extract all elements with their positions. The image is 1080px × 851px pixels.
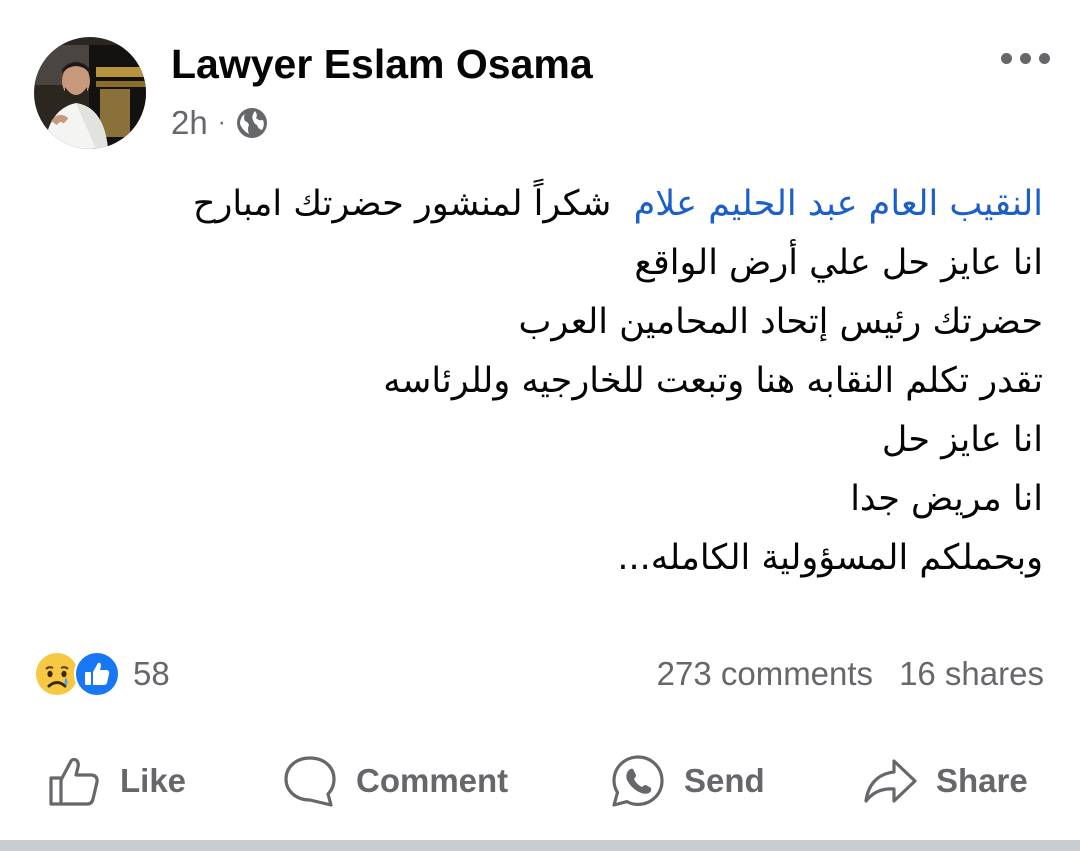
post-body-text: شكراً لمنشور حضرتك امبارح (192, 184, 612, 224)
send-button[interactable]: Send (610, 748, 765, 814)
post-actions-bar: Like Comment Send Share (0, 748, 1080, 814)
post-time[interactable]: 2h (171, 104, 208, 142)
thumbs-up-icon (49, 757, 99, 806)
like-button[interactable]: Like (46, 748, 186, 814)
shares-count[interactable]: 16 shares (899, 655, 1044, 693)
send-label: Send (684, 762, 765, 799)
author-name[interactable]: Lawyer Eslam Osama (171, 38, 593, 90)
post-body-line: انا عايز حل علي أرض الواقع (634, 243, 1043, 283)
comment-button[interactable]: Comment (282, 748, 508, 814)
meta-separator: · (217, 109, 226, 136)
whatsapp-icon (612, 755, 664, 807)
share-label: Share (936, 762, 1028, 799)
feed-divider (0, 840, 1080, 851)
more-options-icon (1038, 52, 1050, 64)
reactions-summary[interactable]: 58 (33, 650, 170, 698)
comments-count[interactable]: 273 comments (657, 655, 873, 693)
globe-icon (236, 108, 267, 138)
post-body: النقيب العام عبد الحليم علام شكراً لمنشو… (83, 175, 1043, 588)
post-body-line: انا عايز حل (881, 420, 1043, 460)
post-body-line: انا مريض جدا (850, 479, 1043, 519)
post-body-line: حضرتك رئيس إتحاد المحامين العرب (518, 302, 1043, 342)
tagged-person-link[interactable]: النقيب العام عبد الحليم علام (634, 184, 1043, 224)
facebook-post: Lawyer Eslam Osama 2h · النقيب العام عبد… (0, 0, 1080, 851)
more-options-icon (1000, 52, 1012, 64)
post-stats: 273 comments 16 shares (657, 652, 1044, 696)
share-arrow-icon (864, 759, 917, 803)
author-avatar[interactable] (34, 37, 146, 149)
post-meta: 2h · (171, 100, 268, 146)
share-button[interactable]: Share (862, 748, 1028, 814)
reaction-count: 58 (133, 655, 170, 692)
comment-icon (284, 756, 336, 807)
post-body-line: النقيب العام عبد الحليم علام شكراً لمنشو… (83, 175, 1043, 234)
more-options-icon (1019, 52, 1031, 64)
post-body-line: وبحملكم المسؤولية الكامله... (617, 538, 1043, 578)
comment-label: Comment (356, 762, 509, 799)
more-options-button[interactable] (990, 40, 1060, 76)
like-label: Like (120, 762, 187, 799)
post-body-line: تقدر تكلم النقابه هنا وتبعت للخارجيه ولل… (383, 361, 1043, 401)
avatar-image (34, 37, 146, 149)
like-reaction-icon (74, 651, 120, 697)
